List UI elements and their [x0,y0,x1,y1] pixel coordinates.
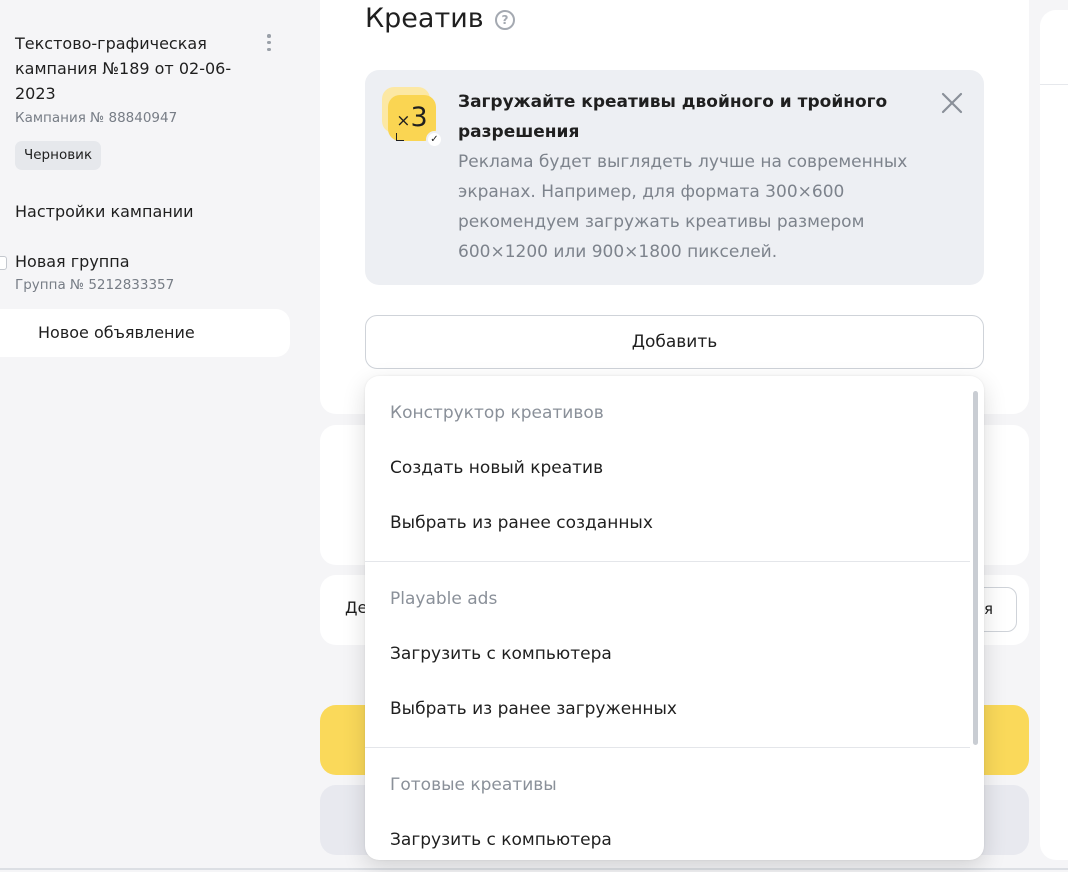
icon-prefix: × [396,111,411,131]
right-panel [1040,10,1068,860]
tip-text: Реклама будет выглядеть лучше на совреме… [458,152,908,262]
check-icon: ✓ [426,131,443,148]
add-button[interactable]: Добавить [365,315,984,369]
background-text: Де [345,598,368,617]
more-options-icon[interactable] [262,34,276,56]
divider [365,747,970,748]
close-icon-graphic [941,92,963,114]
sidebar: Текстово-графическая кампания №189 от 02… [0,0,300,872]
question-circle-icon[interactable]: ? [495,10,515,30]
divider [365,561,970,562]
dropdown-scrollbar[interactable] [973,391,978,745]
add-creative-dropdown: Конструктор креативов Создать новый креа… [365,376,984,860]
sidebar-item-group[interactable]: Новая группа [15,252,130,271]
tip-title: Загружайте креативы двойного и тройного … [458,92,888,142]
menu-item-choose-created[interactable]: Выбрать из ранее созданных [390,513,653,533]
dropdown-section-title: Playable ads [390,589,498,609]
status-badge: Черновик [15,141,102,170]
divider [0,868,1068,870]
group-checkbox[interactable] [0,256,7,270]
menu-item-create-new-creative[interactable]: Создать новый креатив [390,458,603,478]
menu-item-upload-from-computer[interactable]: Загрузить с компьютера [390,644,612,664]
dropdown-section-title: Конструктор креативов [390,403,604,423]
sidebar-item-new-ad[interactable]: Новое объявление [0,309,290,357]
group-number: Группа № 5212833357 [15,277,175,293]
sidebar-item-campaign-settings[interactable]: Настройки кампании [15,202,194,221]
tip-banner: ×3 ✓ Загружайте креативы двойного и трой… [365,70,984,285]
divider [1040,84,1068,85]
dropdown-section-title: Готовые креативы [390,775,557,795]
campaign-number: Кампания № 88840947 [15,110,178,126]
menu-item-upload-ready-creative[interactable]: Загрузить с компьютера [390,830,612,850]
campaign-title[interactable]: Текстово-графическая кампания №189 от 02… [15,31,243,106]
menu-item-choose-uploaded[interactable]: Выбрать из ранее загруженных [390,699,677,719]
resolution-x3-icon: ×3 ✓ [382,87,443,148]
icon-digit: 3 [410,102,428,133]
close-icon[interactable] [939,90,965,116]
crop-corner-icon [396,133,404,141]
page-title: Креатив [365,3,484,34]
